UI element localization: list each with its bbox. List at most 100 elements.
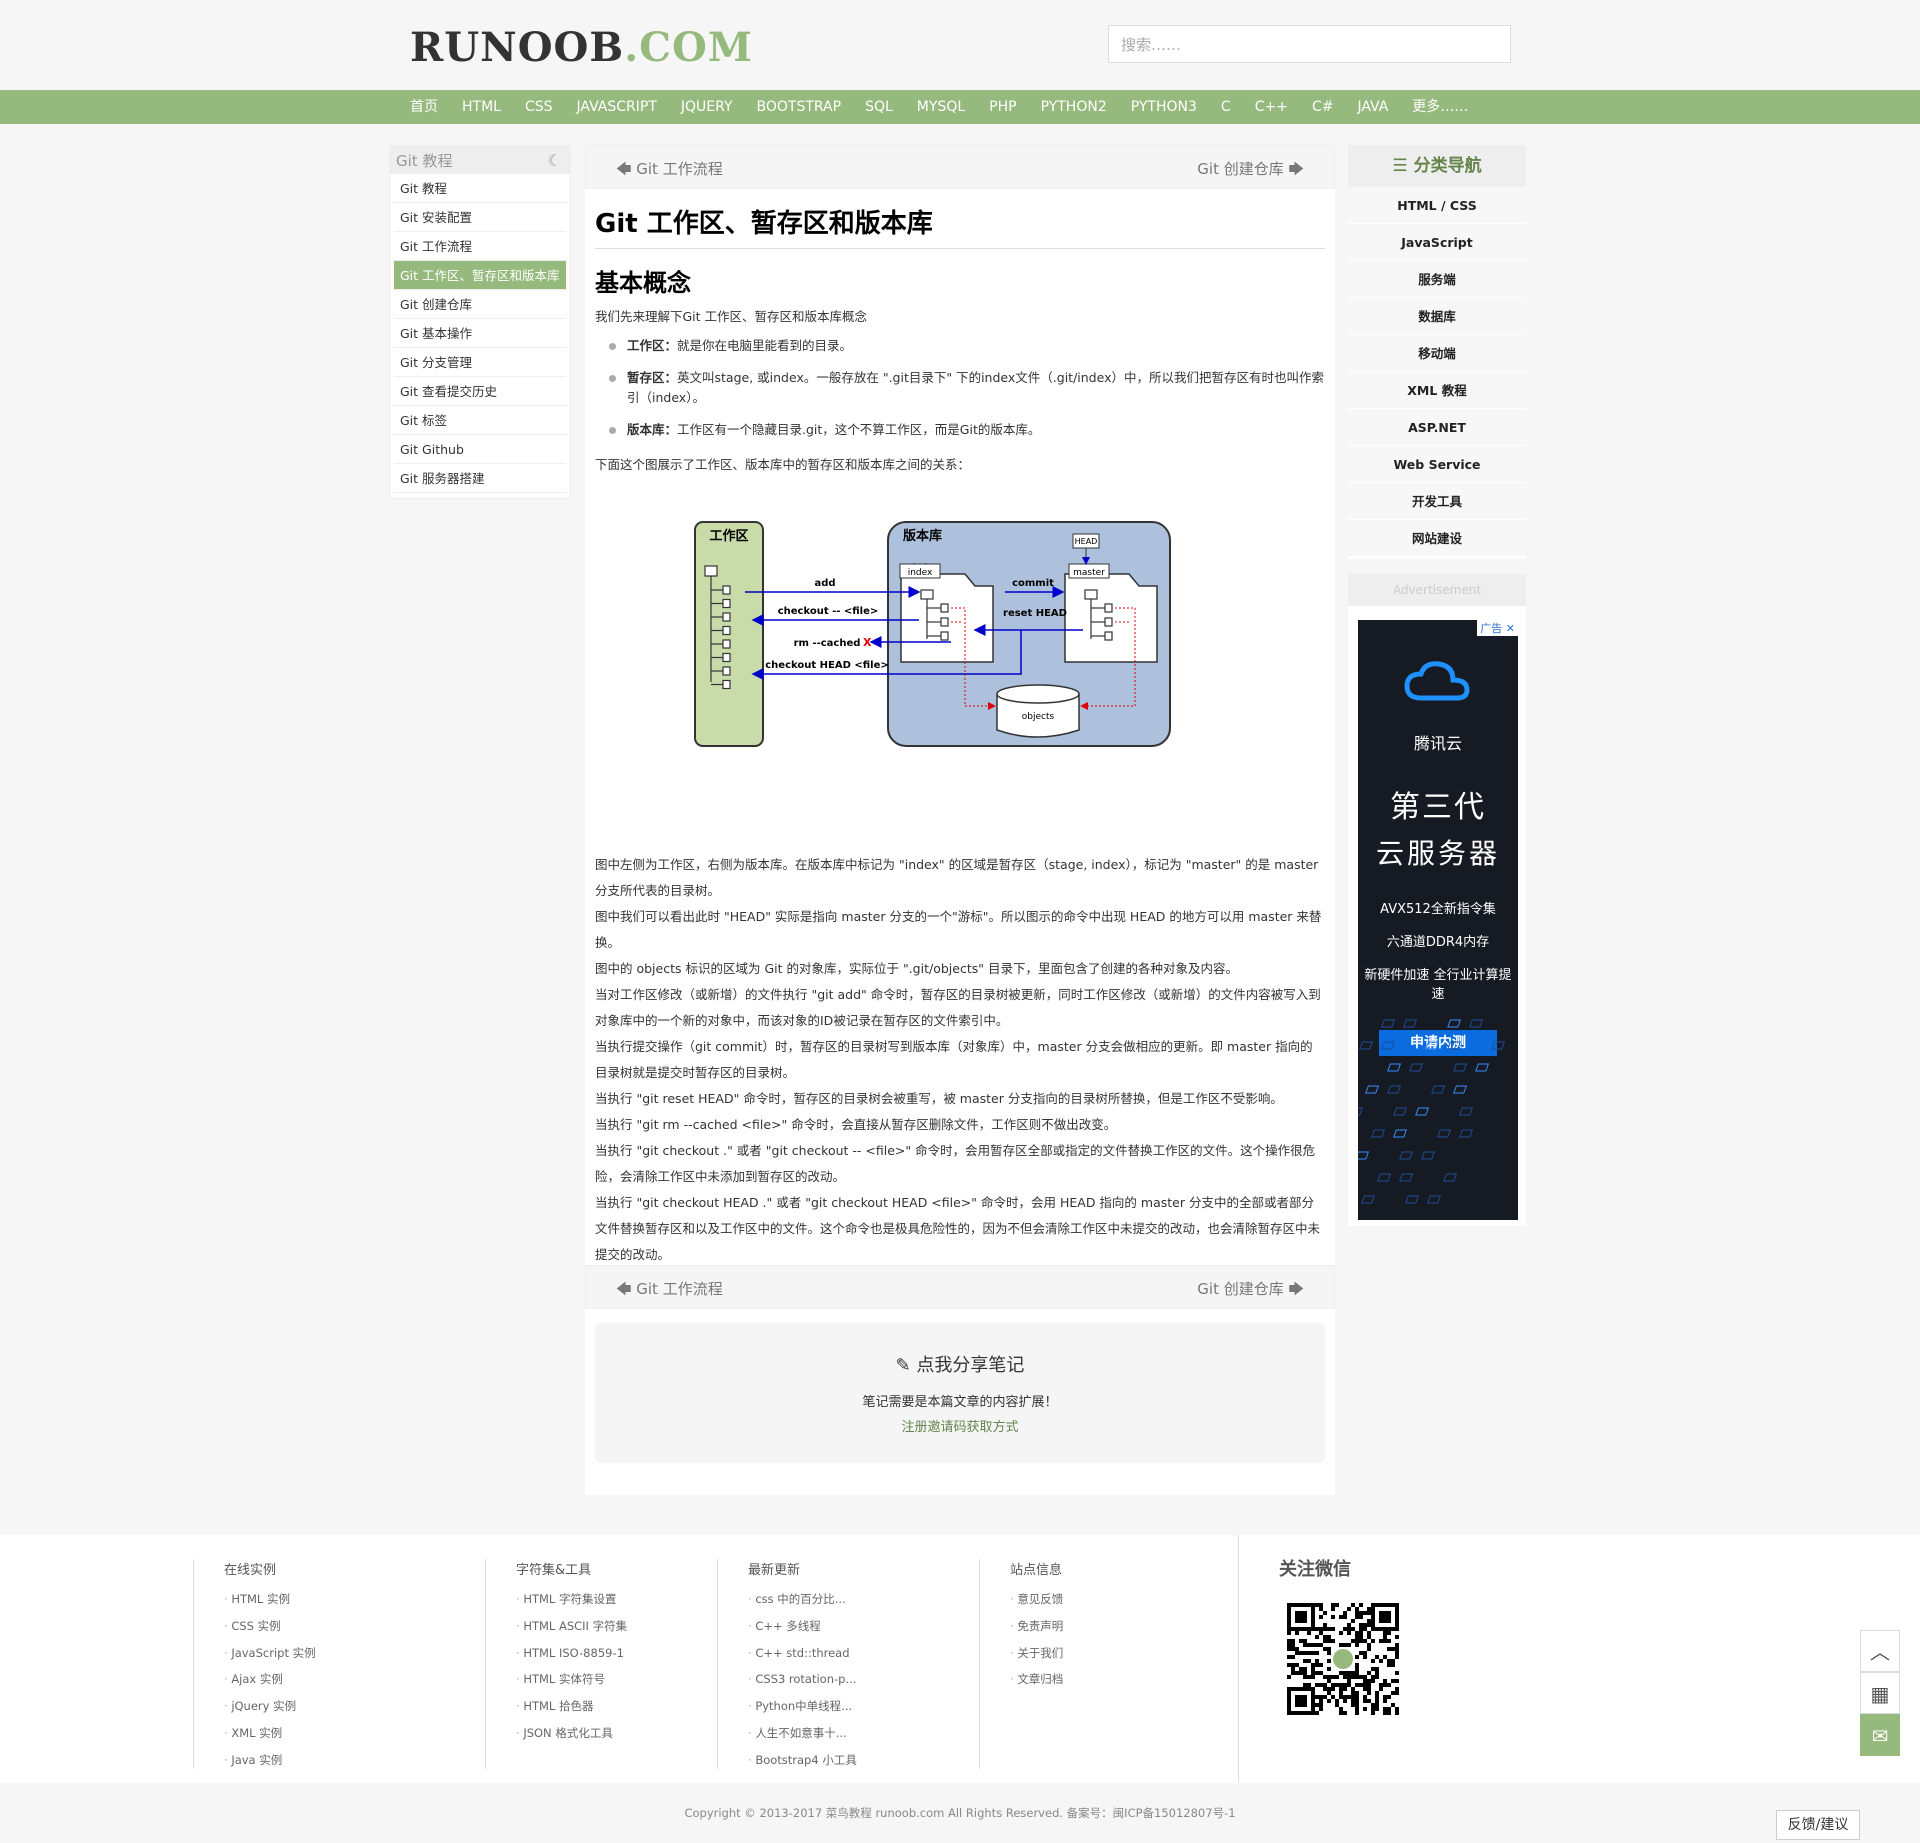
- nav-item[interactable]: C#: [1300, 90, 1346, 124]
- footer-link[interactable]: HTML ASCII 字符集: [516, 1613, 627, 1640]
- checkout-file-label: checkout -- <file>: [778, 606, 879, 617]
- sidebar-item[interactable]: Git 基本操作: [394, 319, 566, 348]
- nav-item[interactable]: BOOTSTRAP: [745, 90, 854, 124]
- nav-item[interactable]: PYTHON2: [1029, 90, 1119, 124]
- category-link[interactable]: HTML / CSS: [1348, 187, 1526, 224]
- nav-item[interactable]: JAVA: [1345, 90, 1400, 124]
- footer-link[interactable]: JavaScript 实例: [224, 1640, 315, 1667]
- footer-link[interactable]: css 中的百分比...: [748, 1586, 857, 1613]
- footer-link[interactable]: HTML 实体符号: [516, 1666, 627, 1693]
- footer-link[interactable]: 意见反馈: [1010, 1586, 1063, 1613]
- footer-link[interactable]: 免责声明: [1010, 1613, 1063, 1640]
- footer-column: 在线实例 HTML 实例CSS 实例JavaScript 实例Ajax 实例jQu…: [193, 1559, 316, 1769]
- footer-link[interactable]: CSS3 rotation-p...: [748, 1666, 857, 1693]
- footer-link[interactable]: Bootstrap4 小工具: [748, 1747, 857, 1774]
- sidebar-item[interactable]: Git 查看提交历史: [394, 377, 566, 406]
- next-link-bottom[interactable]: Git 创建仓库 🡆: [1197, 1278, 1304, 1304]
- logo-text: RUNOOB: [410, 24, 625, 71]
- prev-link[interactable]: 🡄 Git 工作流程: [616, 158, 723, 184]
- nav-item[interactable]: 更多……: [1400, 90, 1480, 124]
- ad-tag[interactable]: 广告 ✕: [1477, 620, 1518, 636]
- nav-item[interactable]: PYTHON3: [1119, 90, 1209, 124]
- footer-link[interactable]: C++ std::thread: [748, 1640, 857, 1667]
- footer-link[interactable]: HTML 字符集设置: [516, 1586, 627, 1613]
- footer-link[interactable]: 关于我们: [1010, 1640, 1063, 1667]
- footer-column-title: 字符集&工具: [516, 1563, 592, 1578]
- next-link[interactable]: Git 创建仓库 🡆: [1197, 158, 1304, 184]
- concept-term: 暂存区：: [627, 370, 678, 385]
- ad-brand: 腾讯云: [1413, 734, 1462, 753]
- category-link[interactable]: 服务端: [1348, 261, 1526, 298]
- explanation-paragraph: 当执行 "git checkout HEAD ." 或者 "git checko…: [595, 1195, 1321, 1262]
- footer-link[interactable]: 文章归档: [1010, 1666, 1063, 1693]
- category-link[interactable]: ASP.NET: [1348, 409, 1526, 446]
- footer-link[interactable]: 人生不如意事十...: [748, 1720, 857, 1747]
- category-link[interactable]: 开发工具: [1348, 483, 1526, 520]
- footer-link[interactable]: Python中单线程...: [748, 1693, 857, 1720]
- sidebar-item[interactable]: Git 工作区、暂存区和版本库: [394, 261, 566, 290]
- footer-link[interactable]: CSS 实例: [224, 1613, 316, 1640]
- invite-code-link[interactable]: 注册邀请码获取方式: [595, 1416, 1325, 1435]
- prev-label-bottom: Git 工作流程: [636, 1280, 723, 1298]
- prev-link-bottom[interactable]: 🡄 Git 工作流程: [616, 1278, 723, 1304]
- tencent-cloud-ad[interactable]: 广告 ✕ 腾讯云 第三代 云服务器 AVX512全新指令集 六通道DDR4内存 …: [1358, 620, 1518, 1220]
- sidebar-item[interactable]: Git 工作流程: [394, 232, 566, 261]
- article-title: Git 工作区、暂存区和版本库: [595, 203, 1325, 249]
- nav-item[interactable]: SQL: [853, 90, 905, 124]
- footer-link[interactable]: JSON 格式化工具: [516, 1720, 627, 1747]
- footer-link[interactable]: Ajax 实例: [224, 1666, 316, 1693]
- footer-link[interactable]: HTML 实例: [224, 1586, 316, 1613]
- share-note-box[interactable]: ✎ 点我分享笔记 笔记需要是本篇文章的内容扩展！ 注册邀请码获取方式: [595, 1323, 1325, 1463]
- back-to-top-icon[interactable]: ︿: [1860, 1630, 1900, 1672]
- article: Git 工作区、暂存区和版本库 基本概念 我们先来理解下Git 工作区、暂存区和…: [585, 203, 1335, 1268]
- reset-head-label: reset HEAD: [1003, 608, 1067, 619]
- category-link[interactable]: 网站建设: [1348, 520, 1526, 557]
- sidebar-item[interactable]: Git 创建仓库: [394, 290, 566, 319]
- sidebar-item[interactable]: Git 安装配置: [394, 203, 566, 232]
- category-link[interactable]: 移动端: [1348, 335, 1526, 372]
- category-link[interactable]: JavaScript: [1348, 224, 1526, 261]
- wechat-title: 关注微信: [1279, 1559, 1351, 1580]
- main-content: 🡄 Git 工作流程 Git 创建仓库 🡆 Git 工作区、暂存区和版本库 基本…: [585, 145, 1335, 1495]
- footer-link[interactable]: HTML 拾色器: [516, 1693, 627, 1720]
- checkout-head-label: checkout HEAD <file>: [765, 660, 889, 671]
- nav-item[interactable]: CSS: [513, 90, 565, 124]
- ad-feature-2: 六通道DDR4内存: [1386, 935, 1490, 950]
- nav-item[interactable]: C++: [1243, 90, 1300, 124]
- sidebar-item[interactable]: Git Github: [394, 435, 566, 464]
- ad-tag-text: 广告: [1480, 622, 1503, 635]
- copyright-text: Copyright © 2013-2017 菜鸟教程 runoob.com Al…: [684, 1806, 1236, 1820]
- mail-icon[interactable]: ✉: [1860, 1714, 1900, 1756]
- sidebar-item[interactable]: Git 分支管理: [394, 348, 566, 377]
- nav-item[interactable]: C: [1209, 90, 1243, 124]
- site-logo[interactable]: RUNOOB.COM: [410, 24, 753, 71]
- sidebar-item[interactable]: Git 服务器搭建: [394, 464, 566, 493]
- nav-item[interactable]: MYSQL: [905, 90, 977, 124]
- category-link[interactable]: 数据库: [1348, 298, 1526, 335]
- footer-link[interactable]: HTML ISO-8859-1: [516, 1640, 627, 1667]
- category-link[interactable]: Web Service: [1348, 446, 1526, 483]
- nav-item[interactable]: HTML: [450, 90, 513, 124]
- footer-link[interactable]: jQuery 实例: [224, 1693, 316, 1720]
- footer-link[interactable]: C++ 多线程: [748, 1613, 857, 1640]
- moon-icon[interactable]: ☾: [548, 151, 562, 170]
- nav-item[interactable]: JQUERY: [669, 90, 745, 124]
- qrcode-icon[interactable]: ▦: [1860, 1672, 1900, 1714]
- concept-term: 版本库：: [627, 422, 678, 437]
- right-sidebar: ☰ 分类导航 HTML / CSS JavaScript 服务端 数据库 移动端 XML …: [1348, 145, 1526, 559]
- nav-item[interactable]: 首页: [398, 90, 450, 124]
- sidebar-item[interactable]: Git 标签: [394, 406, 566, 435]
- nav-item[interactable]: PHP: [977, 90, 1028, 124]
- category-link[interactable]: XML 教程: [1348, 372, 1526, 409]
- nav-item[interactable]: JAVASCRIPT: [565, 90, 669, 124]
- next-label-bottom: Git 创建仓库: [1197, 1280, 1284, 1298]
- footer-link[interactable]: XML 实例: [224, 1720, 316, 1747]
- explanation-text: 图中左侧为工作区，右侧为版本库。在版本库中标记为 "index" 的区域是暂存区…: [595, 852, 1325, 1268]
- search-input[interactable]: 搜索……: [1108, 25, 1511, 63]
- feedback-button[interactable]: 反馈/建议: [1776, 1810, 1860, 1840]
- concept-term: 工作区：: [627, 338, 678, 353]
- ad-headline-2: 云服务器: [1375, 837, 1500, 870]
- git-areas-diagram: 工作区 版本库 index index master HEAD: [694, 521, 1171, 747]
- sidebar-item[interactable]: Git 教程: [394, 174, 566, 203]
- footer-link[interactable]: Java 实例: [224, 1747, 316, 1774]
